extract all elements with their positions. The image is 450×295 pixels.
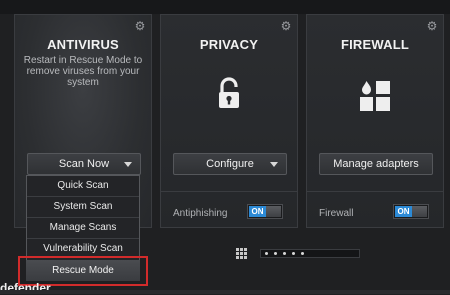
antivirus-gear-icon[interactable]: ⚙ [134, 20, 146, 32]
scan-now-button[interactable]: Scan Now [27, 153, 141, 175]
page-indicator[interactable] [260, 249, 360, 258]
chevron-down-icon[interactable] [270, 162, 278, 167]
toggle-on-label: ON [395, 206, 412, 217]
firewall-title: FIREWALL [340, 37, 410, 52]
antivirus-title: ANTIVIRUS [47, 37, 119, 52]
pager-dot[interactable] [274, 252, 277, 255]
firewall-toggle-label: Firewall [319, 208, 354, 219]
menu-item-system-scan[interactable]: System Scan [27, 197, 139, 218]
antiphishing-label: Antiphishing [173, 208, 228, 219]
scan-menu: Quick Scan System Scan Manage Scans Vuln… [26, 175, 140, 261]
configure-label: Configure [206, 158, 254, 170]
scan-now-label: Scan Now [58, 158, 110, 170]
divider [161, 191, 297, 192]
menu-item-manage-scans[interactable]: Manage Scans [27, 218, 139, 239]
manage-adapters-button[interactable]: Manage adapters [319, 153, 433, 175]
privacy-title: PRIVACY [199, 37, 259, 52]
toggle-on-label: ON [249, 206, 266, 217]
firewall-panel: ⚙ FIREWALL Manage adapters Firewall ON [306, 14, 444, 228]
configure-button[interactable]: Configure [173, 153, 287, 175]
chevron-down-icon[interactable] [124, 162, 132, 167]
manage-adapters-label: Manage adapters [333, 158, 419, 170]
pager-dot[interactable] [301, 252, 304, 255]
pager-dot[interactable] [265, 252, 268, 255]
top-bar [0, 0, 450, 14]
firewall-blocks-icon [360, 81, 390, 111]
pager-dot[interactable] [283, 252, 286, 255]
grid-view-icon[interactable] [236, 248, 247, 259]
toggle-knob [266, 206, 281, 217]
pager-dot[interactable] [292, 252, 295, 255]
bottom-bar [0, 290, 450, 294]
firewall-gear-icon[interactable]: ⚙ [426, 20, 438, 32]
padlock-open-icon [219, 77, 239, 108]
privacy-gear-icon[interactable]: ⚙ [280, 20, 292, 32]
privacy-panel: ⚙ PRIVACY Configure Antiphishing ON [160, 14, 298, 228]
menu-item-quick-scan[interactable]: Quick Scan [27, 176, 139, 197]
toggle-knob [412, 206, 427, 217]
divider [307, 191, 443, 192]
antiphishing-toggle[interactable]: ON [247, 204, 283, 219]
antivirus-description: Restart in Rescue Mode to remove viruses… [23, 55, 143, 88]
firewall-toggle[interactable]: ON [393, 204, 429, 219]
